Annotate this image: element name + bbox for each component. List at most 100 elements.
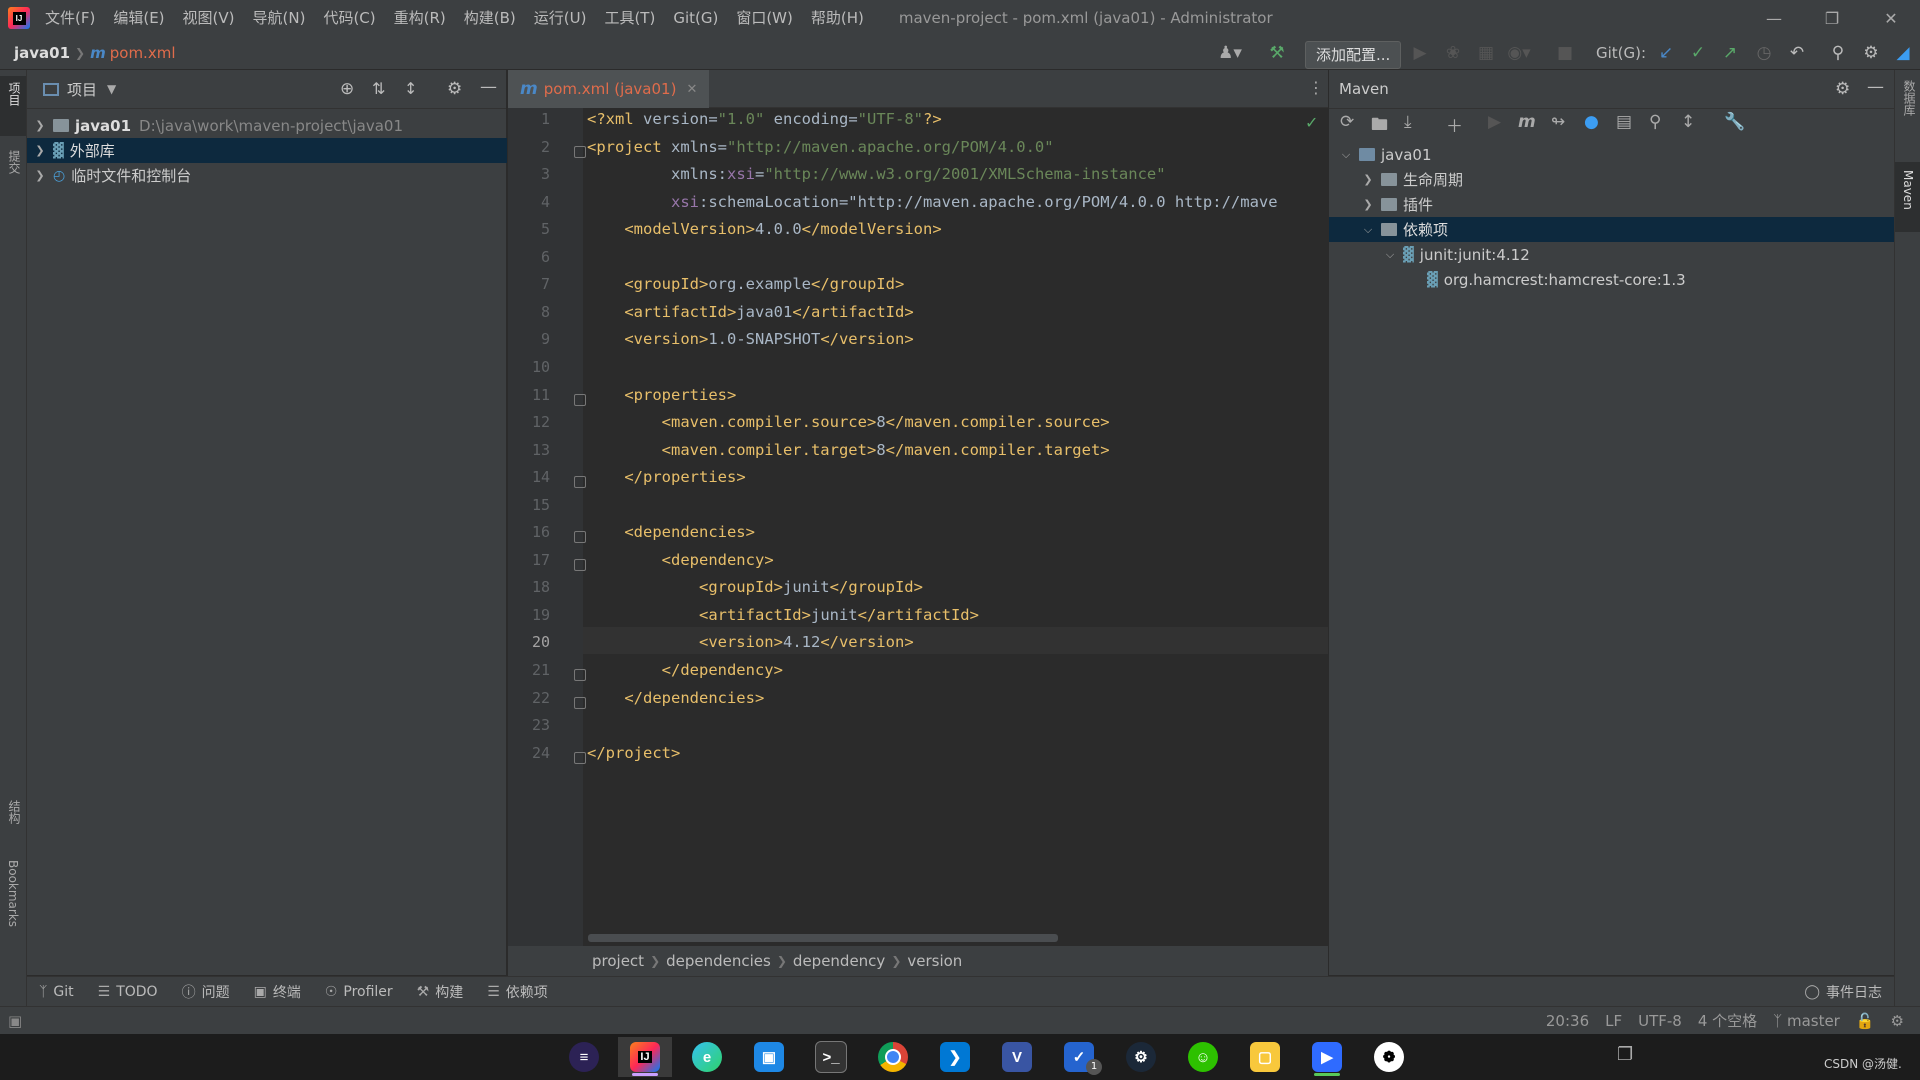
settings-gear-icon[interactable]: ⚙ [1856, 36, 1886, 70]
toggle-tool-windows-icon[interactable]: ▣ [8, 1012, 22, 1030]
close-tab-icon[interactable]: ✕ [686, 82, 697, 97]
menu-run[interactable]: 运行(U) [525, 0, 596, 36]
eclipse-app-icon[interactable]: ≡ [557, 1037, 611, 1077]
code-line[interactable]: <version>4.12</version> [587, 633, 914, 651]
tool-build[interactable]: ⚒ 构建 [405, 982, 476, 1002]
profile-icon[interactable]: ◉▾ [1504, 36, 1534, 70]
steam-app-icon[interactable]: ⚙ [1114, 1037, 1168, 1077]
chevron-right-icon[interactable]: ❯ [33, 169, 47, 182]
maven-tree-plugins[interactable]: ❯ 插件 [1329, 192, 1894, 217]
wechat-app-icon[interactable]: ☺ [1176, 1037, 1230, 1077]
git-update-icon[interactable]: ↙ [1651, 36, 1681, 70]
lock-icon[interactable]: 🔓 [1848, 1012, 1883, 1030]
run-goal-icon[interactable]: ▶ [1488, 112, 1501, 132]
code-line[interactable]: xmlns:xsi="http://www.w3.org/2001/XMLSch… [587, 165, 1166, 183]
video-app-icon[interactable]: ▶ [1300, 1037, 1354, 1077]
restore-button[interactable]: ❐ [1803, 0, 1861, 36]
code-line[interactable]: </dependencies> [587, 689, 764, 707]
fold-marker-icon[interactable] [574, 476, 586, 489]
indent-setting[interactable]: 4 个空格 [1690, 1010, 1765, 1031]
toggle-offline-icon[interactable]: ↬ [1551, 112, 1565, 132]
visio-app-icon[interactable]: V [990, 1037, 1044, 1077]
reload-icon[interactable]: ⟳ [1340, 112, 1354, 132]
code-line[interactable]: </properties> [587, 468, 745, 486]
code-line[interactable]: <groupId>junit</groupId> [587, 578, 923, 596]
maven-tree-java01[interactable]: ⌵ java01 [1329, 142, 1894, 167]
run-icon[interactable]: ▶ [1405, 36, 1435, 70]
maven-settings-icon[interactable]: ⚙ [1835, 79, 1850, 99]
task-view-icon[interactable]: ❐ [1617, 1044, 1633, 1065]
structure-tool-label[interactable]: 结构 [6, 800, 23, 824]
screenshot-app-icon[interactable]: ▣ [742, 1037, 796, 1077]
code-line[interactable]: <artifactId>java01</artifactId> [587, 303, 913, 321]
tab-pom-xml[interactable]: m pom.xml (java01) ✕ [508, 70, 710, 111]
line-separator[interactable]: LF [1597, 1012, 1630, 1030]
menu-file[interactable]: 文件(F) [36, 0, 104, 36]
nav-project[interactable]: java01 [14, 44, 70, 62]
chevron-right-icon[interactable]: ❯ [33, 144, 47, 157]
intellij-logo-icon[interactable]: IJ [8, 7, 30, 29]
maven-tree-hamcrest[interactable]: ▓ org.hamcrest:hamcrest-core:1.3 [1329, 267, 1894, 292]
code-line[interactable]: <dependency> [587, 551, 774, 569]
menu-edit[interactable]: 编辑(E) [104, 0, 173, 36]
panel-settings-icon[interactable]: ⚙ [447, 79, 462, 99]
code-line[interactable]: </dependency> [587, 661, 783, 679]
chevron-down-icon[interactable]: ⌵ [1361, 223, 1375, 237]
fold-marker-icon[interactable] [574, 393, 586, 406]
menu-code[interactable]: 代码(C) [314, 0, 384, 36]
chevron-down-icon[interactable]: ▼ [107, 82, 116, 96]
tool-todo[interactable]: ☰ TODO [86, 984, 170, 1000]
menu-help[interactable]: 帮助(H) [802, 0, 873, 36]
toolbox-icon[interactable]: ◢ [1888, 36, 1918, 70]
fold-marker-icon[interactable] [574, 669, 586, 681]
add-project-icon[interactable]: 🖿 [1371, 112, 1388, 141]
download-icon[interactable]: ⤓ [1404, 112, 1412, 132]
chevron-right-icon[interactable]: ❯ [33, 119, 47, 132]
code-line[interactable]: <artifactId>junit</artifactId> [587, 606, 979, 624]
git-push-icon[interactable]: ↗ [1715, 36, 1745, 70]
commit-tool-label[interactable]: 提交 [6, 150, 23, 174]
git-history-icon[interactable]: ◷ [1749, 36, 1779, 70]
intellij-app-icon[interactable]: IJ [618, 1037, 672, 1077]
git-rollback-icon[interactable]: ↶ [1782, 36, 1812, 70]
todo-app-icon[interactable]: ✓ 1 [1052, 1037, 1106, 1077]
tool-profiler[interactable]: ☉ Profiler [313, 984, 405, 1000]
menu-refactor[interactable]: 重构(R) [385, 0, 455, 36]
project-tool-tab[interactable]: 项目 [0, 76, 26, 136]
breadcrumb-dependencies[interactable]: dependencies [660, 952, 777, 970]
code-line[interactable]: xsi:schemaLocation="http://maven.apache.… [587, 193, 1278, 211]
menu-window[interactable]: 窗口(W) [727, 0, 802, 36]
expand-all-icon[interactable]: ⇅ [372, 79, 385, 98]
database-tool-label[interactable]: 数据库 [1901, 80, 1918, 116]
close-window-button[interactable]: ✕ [1862, 0, 1920, 36]
horizontal-scrollbar[interactable] [588, 934, 1058, 942]
chevron-right-icon[interactable]: ❯ [1361, 173, 1375, 186]
hide-panel-icon[interactable]: — [480, 77, 497, 97]
file-explorer-app-icon[interactable]: ▢ [1238, 1037, 1292, 1077]
tool-git[interactable]: ᛉ Git [27, 984, 86, 1000]
build-tools-settings-icon[interactable]: 🔧 [1724, 112, 1745, 132]
coverage-icon[interactable]: ▦ [1471, 36, 1501, 70]
build-hammer-icon[interactable]: ⚒ [1262, 36, 1292, 70]
show-dependencies-icon[interactable]: ▤ [1616, 112, 1632, 132]
locate-file-icon[interactable]: ⊕ [340, 79, 354, 99]
tool-problems[interactable]: ⓘ 问题 [170, 982, 242, 1002]
inspector-icon[interactable]: ⚙ [1883, 1012, 1912, 1030]
menu-build[interactable]: 构建(B) [455, 0, 525, 36]
fold-marker-icon[interactable] [574, 696, 586, 709]
menu-git[interactable]: Git(G) [664, 0, 727, 36]
stop-icon[interactable]: ■ [1550, 36, 1580, 70]
tool-terminal[interactable]: ▣ 终端 [242, 982, 313, 1002]
minimize-button[interactable]: — [1745, 0, 1803, 36]
tree-item-scratches[interactable]: ❯ ◴ 临时文件和控制台 [27, 163, 507, 188]
tree-item-java01[interactable]: ❯ java01 D:\java\work\maven-project\java… [27, 113, 507, 138]
breadcrumb-project[interactable]: project [586, 952, 650, 970]
code-line[interactable]: <properties> [587, 386, 736, 404]
fold-marker-icon[interactable] [574, 145, 586, 158]
caret-position[interactable]: 20:36 [1538, 1012, 1597, 1030]
maven-tool-tab[interactable]: Maven [1895, 162, 1920, 232]
project-panel-title[interactable]: 项目 [67, 79, 97, 100]
execute-maven-goal-icon[interactable]: m [1518, 112, 1536, 132]
menu-view[interactable]: 视图(V) [174, 0, 244, 36]
maven-tree-junit[interactable]: ⌵ ▓ junit:junit:4.12 [1329, 242, 1894, 267]
